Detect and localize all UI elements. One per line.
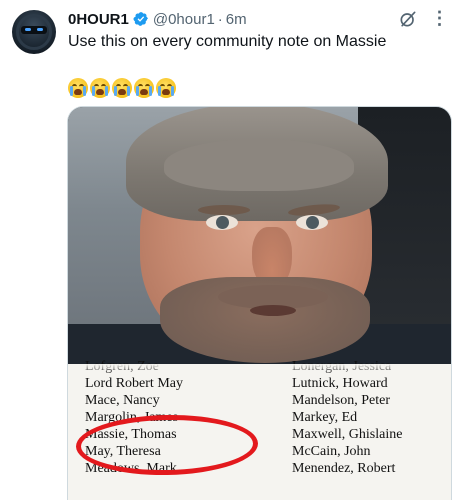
name-entry: Markey, Ed [292, 410, 358, 425]
avatar-eye [37, 28, 43, 31]
avatar-eye [25, 28, 31, 31]
verified-badge-icon [133, 12, 148, 26]
timestamp[interactable]: 6m [226, 11, 247, 28]
tweet-media-image[interactable]: Lofgren, Zoe Lord Robert May Mace, Nancy… [67, 106, 452, 500]
tweet[interactable]: 0HOUR1 @0hour1 · 6m ⋮ Use this on every … [0, 0, 464, 500]
loudly-crying-face-icon [156, 78, 176, 98]
avatar[interactable] [12, 10, 56, 54]
loudly-crying-face-icon [112, 78, 132, 98]
tweet-header: 0HOUR1 @0hour1 · 6m [68, 9, 454, 29]
name-entry: Maxwell, Ghislaine [292, 427, 403, 442]
name-entry: McCain, John [292, 444, 371, 459]
name-entry: Lord Robert May [85, 376, 183, 391]
name-entry: Mace, Nancy [85, 393, 160, 408]
loudly-crying-face-icon [134, 78, 154, 98]
name-entry: Lutnick, Howard [292, 376, 388, 391]
loudly-crying-face-icon [90, 78, 110, 98]
name-entry: Menendez, Robert [292, 461, 396, 476]
display-name[interactable]: 0HOUR1 [68, 11, 129, 28]
tweet-text: Use this on every community note on Mass… [68, 33, 387, 50]
more-options-icon[interactable]: ⋮ [430, 8, 450, 28]
loudly-crying-face-icon [68, 78, 88, 98]
user-handle[interactable]: @0hour1 [153, 11, 215, 28]
photo-of-man [68, 107, 451, 364]
emoji-row [68, 78, 176, 98]
separator-dot: · [217, 10, 223, 28]
name-entry: Mandelson, Peter [292, 393, 390, 408]
grok-icon[interactable] [398, 9, 418, 29]
